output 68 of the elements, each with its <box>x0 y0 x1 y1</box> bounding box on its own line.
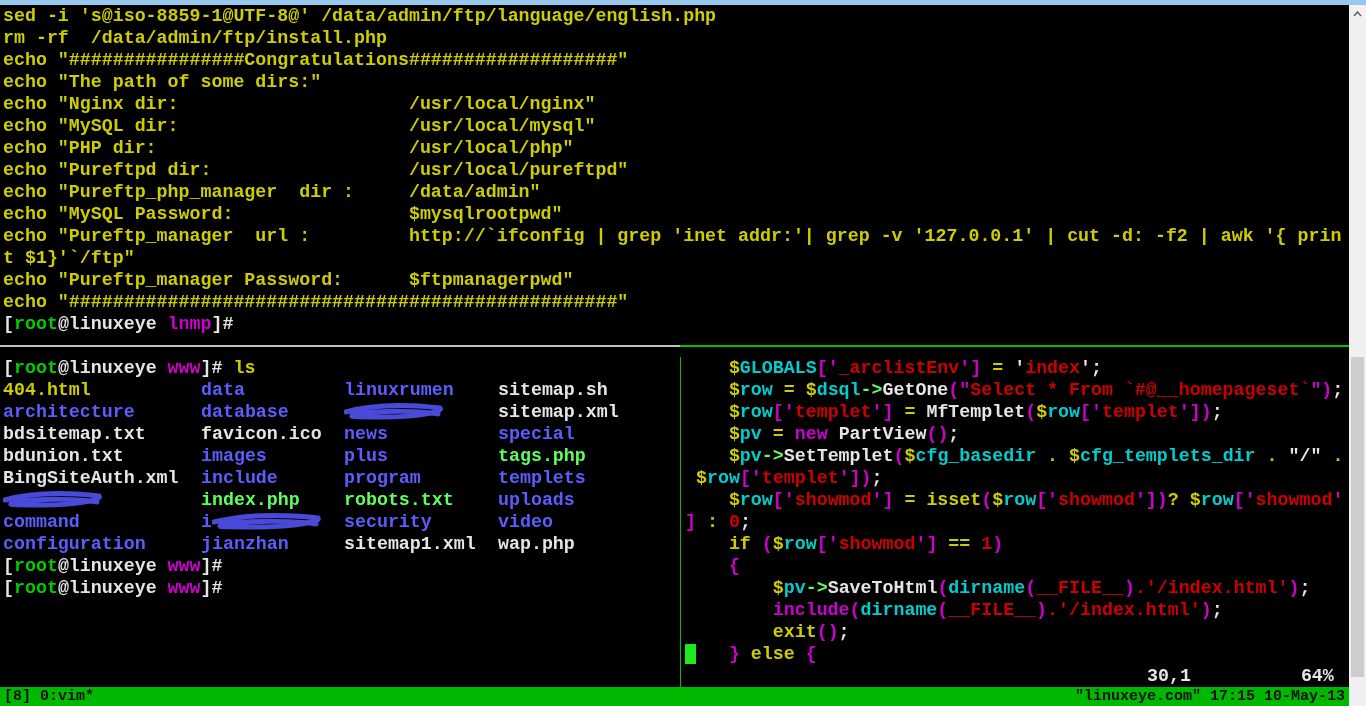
file-name: uploads <box>498 490 575 510</box>
cursor-position: 30,1 <box>1147 665 1191 687</box>
terminal-line: echo "##################################################" <box>3 291 629 313</box>
terminal-line: rm -rf /data/admin/ftp/install.php <box>3 27 387 49</box>
file-name: wap.php <box>498 534 575 554</box>
terminal-line: [root@linuxeye www]# <box>3 555 223 577</box>
file-name: configuration <box>3 534 146 554</box>
file-name: bdsitemap.txt <box>3 424 146 444</box>
terminal-line: include(dirname(__FILE__).'/index.html'); <box>771 599 1223 621</box>
scroll-percent: 64% <box>1300 665 1334 687</box>
terminal-line: echo "Pureftp_php_manager dir : /data/admin" <box>3 181 541 203</box>
file-name: special <box>498 424 575 444</box>
file-name: architecture <box>3 402 135 422</box>
terminal-line: echo "Pureftpd dir: /usr/local/pureftpd" <box>3 159 629 181</box>
terminal-line: } else { <box>727 643 817 665</box>
file-name: sitemap1.xml <box>344 534 476 554</box>
terminal-line: echo "Pureftp_manager Password: $ftpmanagerpwd" <box>3 269 574 291</box>
terminal-line: echo "MySQL Password: $mysqlrootpwd" <box>3 203 563 225</box>
file-name: video <box>498 512 553 532</box>
terminal-line: echo "Pureftp_manager url : http://`ifconfig | grep 'inet addr:'| grep -v '127.0.0.1' | cut -d: -f2 | awk '{ prin <box>3 225 1342 247</box>
file-name: i <box>201 511 212 533</box>
file-name: plus <box>344 446 388 466</box>
terminal-line: ] : 0; <box>685 511 751 533</box>
terminal-line: sed -i 's@iso-8859-1@UTF-8@' /data/admin/ftp/language/english.php <box>3 5 717 27</box>
file-name: linuxrumen <box>344 380 454 400</box>
terminal-line: echo "Nginx dir: /usr/local/nginx" <box>3 93 596 115</box>
file-name: 404.html <box>3 380 91 400</box>
terminal-line: [root@linuxeye lnmp]# <box>3 313 234 335</box>
terminal-line: $row['templet'] = MfTemplet($row['templet']); <box>727 401 1223 423</box>
terminal-line: $row['templet']); <box>694 467 883 489</box>
terminal-line: $pv = new PartView(); <box>727 423 960 445</box>
terminal-line: t $1}'`/ftp" <box>3 247 135 269</box>
file-name: BingSiteAuth.xml <box>3 468 179 488</box>
scrollbar[interactable] <box>1349 5 1366 706</box>
terminal-line: exit(); <box>771 621 850 643</box>
terminal-line: echo "PHP dir: /usr/local/php" <box>3 137 574 159</box>
file-name: index.php <box>201 490 300 510</box>
terminal-line: $GLOBALS['_arclistEnv'] = 'index'; <box>727 357 1102 379</box>
terminal-line: $row['showmod'] = isset($row['showmod'])? $row['showmod' <box>727 489 1344 511</box>
file-name: database <box>201 402 289 422</box>
file-name: tags.php <box>498 446 586 466</box>
file-name: bdunion.txt <box>3 446 124 466</box>
terminal-line: echo "################Congratulations###################" <box>3 49 629 71</box>
terminal-line: [root@linuxeye www]# <box>3 577 223 599</box>
file-name: sitemap.xml <box>498 402 619 422</box>
file-name: security <box>344 512 432 532</box>
file-name: program <box>344 468 421 488</box>
terminal-line: { <box>727 555 740 577</box>
file-name: templets <box>498 468 586 488</box>
terminal-line: $pv->SetTemplet($cfg_basedir . $cfg_templets_dir . "/" . <box>727 445 1344 467</box>
file-name: data <box>201 380 245 400</box>
file-name: favicon.ico <box>201 424 322 444</box>
terminal-line: echo "MySQL dir: /usr/local/mysql" <box>3 115 596 137</box>
scrollbar-thumb[interactable] <box>1351 357 1364 677</box>
file-name: news <box>344 424 388 444</box>
file-name: include <box>201 468 278 488</box>
file-name: robots.txt <box>344 490 454 510</box>
terminal-line: [root@linuxeye www]# ls <box>3 357 256 379</box>
file-name: command <box>3 512 80 532</box>
terminal-line: $pv->SaveToHtml(dirname(__FILE__).'/index.html'); <box>771 577 1311 599</box>
file-name: sitemap.sh <box>498 380 608 400</box>
terminal-line: if ($row['showmod'] == 1) <box>727 533 1004 555</box>
file-name: jianzhan <box>201 534 289 554</box>
file-name: images <box>201 446 267 466</box>
window-list: [8] 0:vim* <box>4 687 94 706</box>
status-text: "linuxeye.com" 17:15 10-May-13 <box>1074 687 1345 706</box>
terminal-line: $row = $dsql->GetOne("Select * From `#@__homepageset`"); <box>727 379 1344 401</box>
terminal-line: echo "The path of some dirs:" <box>3 71 322 93</box>
